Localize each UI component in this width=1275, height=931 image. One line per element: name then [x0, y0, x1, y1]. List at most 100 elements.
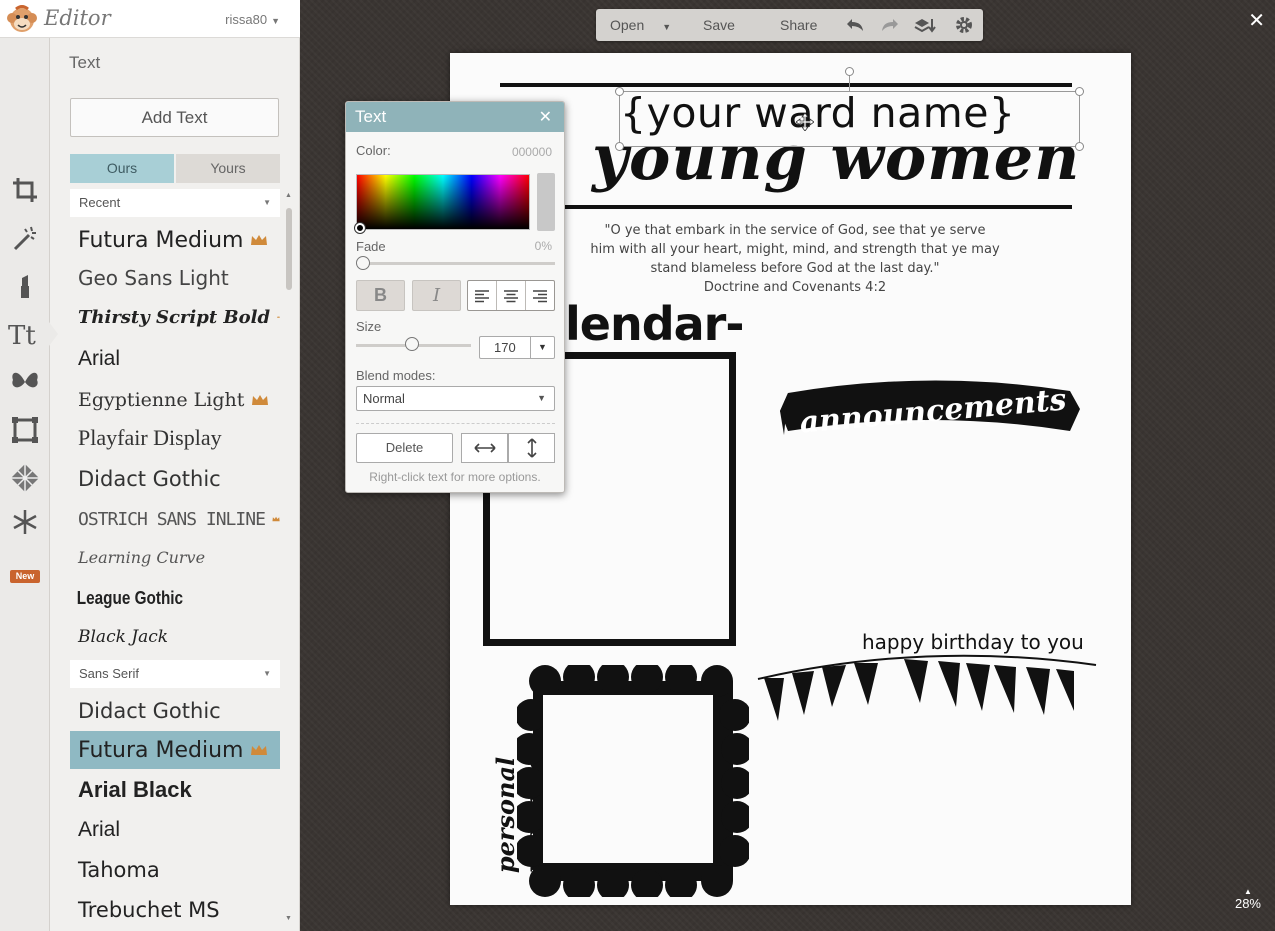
scripture-line[interactable]: stand blameless before God at the last d…: [590, 259, 1000, 278]
alignment-group: [467, 280, 555, 311]
flip-vertical-icon[interactable]: [508, 433, 555, 463]
fade-slider-track[interactable]: [358, 262, 555, 265]
dialog-hint: Right-click text for more options.: [369, 470, 541, 484]
flip-horizontal-icon[interactable]: [461, 433, 508, 463]
font-item[interactable]: Arial: [70, 811, 280, 849]
chevron-down-icon: ▼: [537, 393, 546, 403]
middle-rule: [565, 205, 1072, 209]
font-item[interactable]: Trebuchet MS: [70, 891, 280, 929]
font-name: Playfair Display: [78, 425, 222, 450]
size-select[interactable]: 170 ▼: [479, 336, 555, 359]
font-item[interactable]: OSTRICH SANS INLINE: [70, 500, 280, 538]
lipstick-icon[interactable]: [7, 268, 43, 304]
font-item[interactable]: Egyptienne Light: [70, 381, 280, 419]
font-item[interactable]: Didact Gothic: [70, 460, 280, 498]
scroll-down-icon[interactable]: ▼: [285, 915, 292, 922]
fade-label: Fade: [356, 239, 386, 254]
chevron-up-icon: ▲: [1244, 887, 1252, 896]
divider: [356, 423, 555, 424]
align-right-icon[interactable]: [526, 281, 554, 310]
font-name: Tahoma: [78, 858, 160, 882]
font-item[interactable]: Futura Medium: [70, 221, 280, 259]
dialog-header[interactable]: Text ✕: [346, 102, 564, 132]
close-icon[interactable]: ✕: [539, 107, 552, 127]
texture-icon[interactable]: [7, 460, 43, 496]
font-item[interactable]: Playfair Display: [70, 419, 280, 457]
resize-handle[interactable]: [615, 142, 624, 151]
top-toolbar: Open ▼ Save Share: [596, 9, 983, 41]
crop-icon[interactable]: [7, 172, 43, 208]
font-name: Didact Gothic: [78, 699, 221, 723]
rotate-handle[interactable]: [845, 67, 854, 76]
open-button[interactable]: Open ▼: [610, 9, 671, 41]
font-name: Learning Curve: [78, 547, 206, 567]
blend-modes-label: Blend modes:: [356, 368, 436, 383]
font-item[interactable]: Arial Black: [70, 771, 280, 809]
blend-mode-select[interactable]: Normal ▼: [356, 386, 555, 411]
top-rule: [500, 83, 1072, 87]
delete-button[interactable]: Delete: [356, 433, 453, 463]
tab-yours[interactable]: Yours: [176, 154, 280, 183]
announcements-banner[interactable]: announcements: [780, 375, 1086, 447]
color-spectrum-picker[interactable]: [356, 174, 530, 230]
font-item[interactable]: League Gothic: [70, 579, 249, 617]
share-button[interactable]: Share: [780, 9, 817, 41]
scroll-up-icon[interactable]: ▲: [285, 192, 292, 199]
align-left-icon[interactable]: [468, 281, 497, 310]
resize-handle[interactable]: [1075, 87, 1084, 96]
italic-button[interactable]: I: [412, 280, 461, 311]
user-menu[interactable]: rissa80 ▼: [225, 12, 280, 27]
font-name: Egyptienne Light: [78, 389, 245, 411]
font-name: Thirsty Script Bold: [78, 306, 271, 328]
bold-button[interactable]: B: [356, 280, 405, 311]
fade-slider-knob[interactable]: [356, 256, 370, 270]
font-item[interactable]: Thirsty Script Bold: [70, 298, 280, 336]
font-item[interactable]: Didact Gothic: [70, 692, 280, 730]
resize-handle[interactable]: [615, 87, 624, 96]
font-item[interactable]: Tahoma: [70, 851, 280, 889]
font-name: Futura Medium: [78, 227, 244, 253]
redo-icon[interactable]: [879, 15, 901, 35]
frame-icon[interactable]: [7, 412, 43, 448]
magic-wand-icon[interactable]: [7, 220, 43, 256]
category-select-sans-serif[interactable]: Sans Serif ▼: [70, 660, 280, 688]
scripture-line[interactable]: "O ye that embark in the service of God,…: [590, 221, 1000, 240]
app-title: Editor: [44, 6, 111, 30]
font-name: Didact Gothic: [78, 467, 221, 491]
calendar-heading[interactable]: lendar-: [565, 297, 744, 351]
font-name: Trebuchet MS: [78, 898, 220, 922]
resize-handle[interactable]: [1075, 142, 1084, 151]
font-item[interactable]: Black Jack: [70, 618, 280, 656]
color-hex-value[interactable]: 000000: [512, 145, 552, 159]
add-text-button[interactable]: Add Text: [70, 98, 279, 137]
chevron-down-icon[interactable]: ▼: [530, 337, 554, 358]
scripture-line[interactable]: him with all your heart, might, mind, an…: [590, 240, 1000, 259]
scrollbar-thumb[interactable]: [286, 208, 292, 290]
undo-icon[interactable]: [844, 15, 866, 35]
font-item-selected[interactable]: Futura Medium: [70, 731, 280, 769]
settings-gear-icon[interactable]: [953, 15, 975, 35]
scripture-reference[interactable]: Doctrine and Covenants 4:2: [590, 278, 1000, 297]
zoom-control[interactable]: ▲ 28%: [1235, 887, 1261, 911]
align-center-icon[interactable]: [497, 281, 526, 310]
font-item[interactable]: Geo Sans Light: [70, 259, 280, 297]
text-tool-icon[interactable]: Tt: [7, 316, 43, 352]
tab-ours[interactable]: Ours: [70, 154, 174, 183]
save-button[interactable]: Save: [703, 9, 735, 41]
color-picker-marker[interactable]: [355, 223, 365, 233]
category-select-recent[interactable]: Recent ▼: [70, 189, 280, 217]
font-item[interactable]: Learning Curve: [70, 538, 280, 576]
color-swatch[interactable]: [537, 173, 555, 231]
butterfly-icon[interactable]: [7, 364, 43, 400]
monkey-logo-icon[interactable]: [6, 4, 38, 34]
snowflake-icon[interactable]: [7, 504, 43, 540]
size-slider-knob[interactable]: [405, 337, 419, 351]
crown-icon: [251, 235, 268, 245]
workspace: Open ▼ Save Share ✕ ▲ 28% young women {yo…: [300, 0, 1275, 931]
birthday-bunting[interactable]: happy birthday to you: [754, 621, 1100, 733]
close-editor-icon[interactable]: ✕: [1248, 8, 1265, 33]
dialog-title: Text: [355, 107, 387, 126]
layers-icon[interactable]: [914, 15, 936, 35]
font-item[interactable]: Arial: [70, 340, 280, 378]
scalloped-frame[interactable]: [517, 665, 749, 897]
